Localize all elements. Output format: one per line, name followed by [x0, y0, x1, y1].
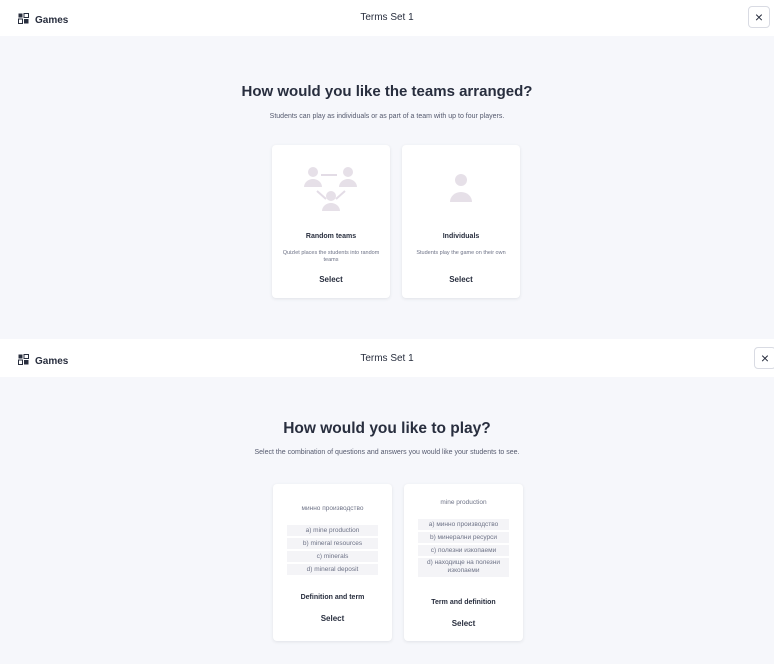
team-users-icon: [301, 163, 361, 218]
answer-option: a) mine production: [287, 525, 378, 536]
definition-and-term-card[interactable]: минно производство a) mine production b)…: [273, 484, 392, 641]
card-title: Term and definition: [431, 599, 496, 606]
answer-option: b) минерални ресурси: [418, 532, 509, 543]
page-title: How would you like the teams arranged?: [241, 83, 533, 100]
play-mode-screen: Games Terms Set 1 × How would you like t…: [0, 341, 774, 664]
team-arrangement-screen: Games Terms Set 1 × How would you like t…: [0, 0, 774, 339]
user-icon: [450, 173, 472, 208]
answer-option: c) полезни изкопаеми: [418, 545, 509, 556]
random-teams-card[interactable]: Random teams Quizlet places the students…: [272, 145, 390, 298]
page-title: How would you like to play?: [283, 420, 491, 437]
individuals-card[interactable]: Individuals Students play the game on th…: [402, 145, 520, 298]
answer-option: a) минно производство: [418, 519, 509, 530]
page-subtitle: Select the combination of questions and …: [254, 449, 520, 456]
select-button[interactable]: Select: [402, 275, 520, 284]
card-description: Quizlet places the students into random …: [282, 250, 380, 263]
select-button[interactable]: Select: [273, 614, 392, 623]
set-title: Terms Set 1: [360, 12, 414, 23]
top-bar: Games Terms Set 1 ×: [0, 0, 774, 36]
card-title: Individuals: [442, 233, 480, 240]
close-icon: ×: [754, 9, 764, 25]
set-title: Terms Set 1: [360, 353, 414, 364]
answer-option: d) mineral deposit: [287, 564, 378, 575]
card-title: Definition and term: [300, 594, 365, 601]
card-question: mine production: [440, 499, 487, 506]
card-description: Students play the game on their own: [416, 250, 506, 256]
card-question: минно производство: [301, 505, 364, 512]
close-button[interactable]: ×: [754, 347, 774, 369]
select-button[interactable]: Select: [272, 275, 390, 284]
close-button[interactable]: ×: [748, 6, 770, 28]
close-icon: ×: [760, 350, 770, 366]
page-subtitle: Students can play as individuals or as p…: [269, 113, 505, 120]
answer-option: c) minerals: [287, 551, 378, 562]
card-title: Random teams: [305, 233, 357, 240]
top-bar: Games Terms Set 1 ×: [0, 341, 774, 377]
select-button[interactable]: Select: [404, 619, 523, 628]
answer-option: d) находище на полезни изкопаеми: [418, 558, 509, 577]
term-and-definition-card[interactable]: mine production a) минно производство b)…: [404, 484, 523, 641]
answer-option: b) mineral resources: [287, 538, 378, 549]
